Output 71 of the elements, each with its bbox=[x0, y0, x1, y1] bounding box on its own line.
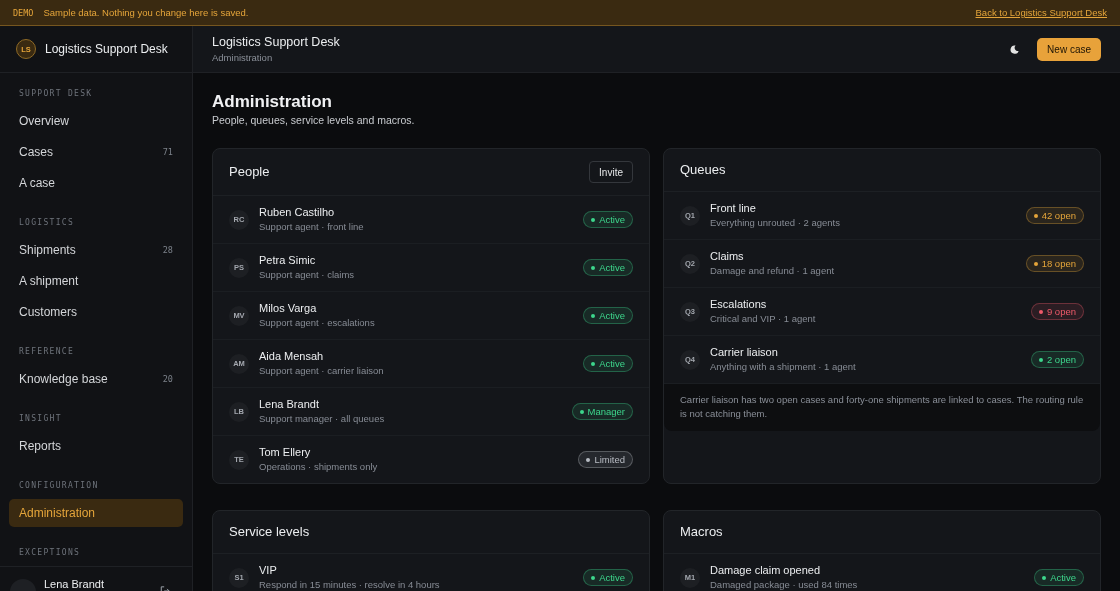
item-count: 20 bbox=[162, 374, 173, 384]
row-title: Damage claim opened bbox=[710, 563, 822, 578]
badge-label: Limited bbox=[594, 454, 625, 465]
badge-label: Active bbox=[599, 214, 625, 225]
row-detail: Damaged package · used 84 times bbox=[710, 578, 859, 591]
row-title: Petra Simic bbox=[259, 253, 317, 268]
badge-label: Active bbox=[599, 358, 625, 369]
page-subtitle: People, queues, service levels and macros. bbox=[212, 113, 416, 127]
row-detail: Support manager · all queues bbox=[259, 412, 386, 426]
row-title: Lena Brandt bbox=[259, 397, 320, 412]
badge-label: Manager bbox=[587, 406, 625, 417]
user-name: Lena Brandt bbox=[44, 577, 104, 591]
header-subtitle: Administration bbox=[212, 50, 274, 65]
section-heading: EXCEPTIONS bbox=[18, 547, 82, 559]
nav-item[interactable]: Administration bbox=[9, 499, 183, 527]
row-title: Ruben Castilho bbox=[259, 205, 336, 220]
nav-item[interactable]: Overview bbox=[9, 107, 183, 135]
row-detail: Support agent · escalations bbox=[259, 316, 376, 330]
row-detail: Anything with a shipment · 1 agent bbox=[710, 360, 857, 374]
row-title: Front line bbox=[710, 201, 757, 216]
badge-label: Active bbox=[1050, 572, 1076, 583]
item-count: 28 bbox=[162, 245, 173, 255]
nav-item[interactable]: Knowledge base 20 bbox=[9, 365, 183, 393]
badge-label: Active bbox=[599, 310, 625, 321]
row-detail: Support agent · claims bbox=[259, 268, 356, 282]
badge-label: Active bbox=[599, 572, 625, 583]
moon-icon[interactable] bbox=[1010, 44, 1020, 54]
invite-button[interactable]: Invite bbox=[589, 161, 633, 183]
nav-item[interactable]: Shipments 28 bbox=[9, 236, 183, 264]
row-title: Escalations bbox=[710, 297, 768, 312]
section-heading: SUPPORT DESK bbox=[18, 88, 94, 100]
row-title: Claims bbox=[710, 249, 745, 264]
row-detail: Critical and VIP · 1 agent bbox=[710, 312, 817, 326]
row-detail: Support agent · carrier liaison bbox=[259, 364, 385, 378]
panel-title: People bbox=[229, 163, 270, 181]
nav-item[interactable]: Customers bbox=[9, 298, 183, 326]
nav-item[interactable]: Reports bbox=[9, 432, 183, 460]
page-title: Administration bbox=[212, 91, 333, 113]
badge-label: 9 open bbox=[1046, 306, 1076, 317]
panel-title: Queues bbox=[680, 161, 726, 179]
section-heading: CONFIGURATION bbox=[18, 480, 100, 492]
badge-label: Active bbox=[599, 262, 625, 273]
row-title: Tom Ellery bbox=[259, 445, 312, 460]
demo-message: Sample data. Nothing you change here is saved. bbox=[43, 7, 249, 18]
back-link[interactable]: Back to Logistics Support Desk bbox=[975, 7, 1107, 18]
header-title: Logistics Support Desk bbox=[212, 33, 341, 50]
demo-tag: DEMO bbox=[13, 7, 34, 18]
nav-item[interactable]: A shipment bbox=[9, 267, 183, 295]
badge-label: 42 open bbox=[1041, 210, 1076, 221]
section-heading: REFERENCE bbox=[18, 346, 76, 358]
new-case-button[interactable]: New case bbox=[1037, 37, 1101, 61]
item-count: 71 bbox=[162, 147, 173, 157]
row-detail: Operations · shipments only bbox=[259, 460, 379, 474]
row-title: Carrier liaison bbox=[710, 345, 779, 360]
row-detail: Support agent · front line bbox=[259, 220, 365, 234]
row-title: VIP bbox=[259, 563, 278, 578]
badge-label: 2 open bbox=[1046, 354, 1076, 365]
nav-item[interactable]: A case bbox=[9, 169, 183, 197]
panel-note: Carrier liaison has two open cases and forty-one shipments are linked to cases. The routing rule is not catching them. bbox=[664, 384, 1100, 431]
nav-item[interactable]: Cases 71 bbox=[9, 138, 183, 166]
row-title: Milos Varga bbox=[259, 301, 318, 316]
row-detail: Damage and refund · 1 agent bbox=[710, 264, 836, 278]
row-detail: Respond in 15 minutes · resolve in 4 hours bbox=[259, 578, 441, 591]
brand-name: Logistics Support Desk bbox=[45, 42, 168, 56]
section-heading: LOGISTICS bbox=[18, 217, 76, 229]
section-heading: INSIGHT bbox=[18, 413, 63, 425]
row-detail: Everything unrouted · 2 agents bbox=[710, 216, 841, 230]
panel-title: Service levels bbox=[229, 523, 310, 541]
row-title: Aida Mensah bbox=[259, 349, 325, 364]
badge-label: 18 open bbox=[1041, 258, 1076, 269]
panel-title: Macros bbox=[680, 523, 723, 541]
